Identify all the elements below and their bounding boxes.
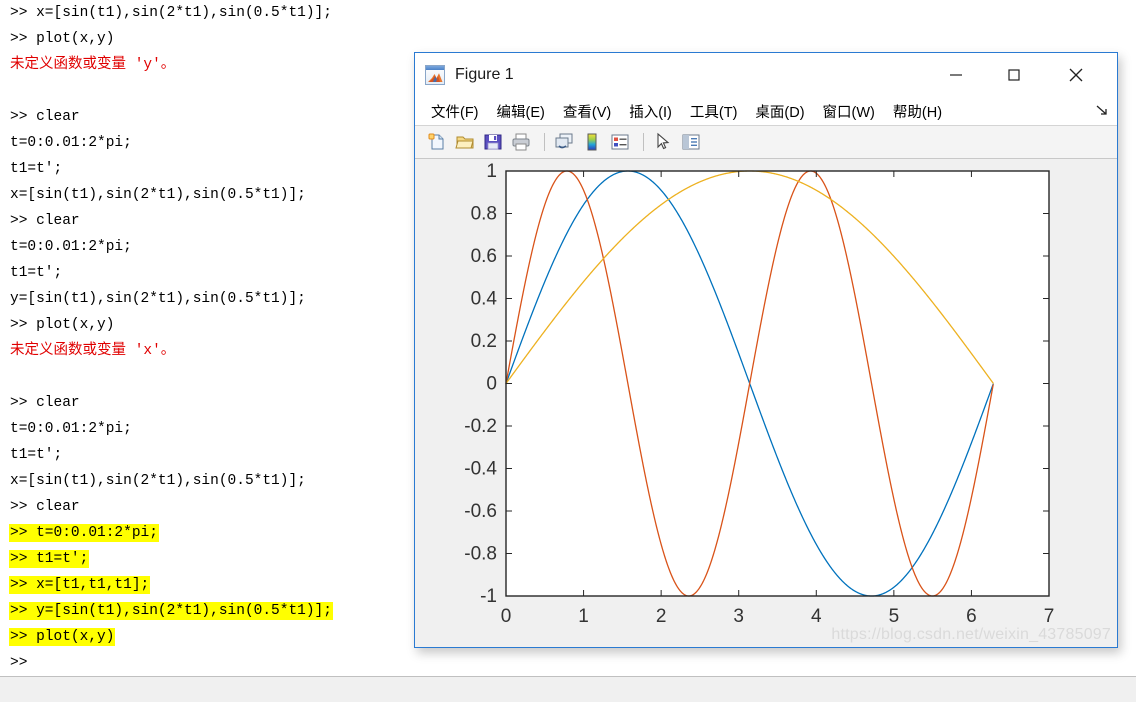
x-tick-label: 0 [501,606,512,627]
console-line: >> clear [10,109,80,125]
figure-canvas[interactable]: 0 1 2 3 4 5 6 7 -1 -0.8 -0.6 -0.4 -0.2 0 0.2 0.4 0.6 0.8 1… [415,159,1117,646]
menu-item-window[interactable]: 窗口(W) [823,101,875,122]
menu-item-file[interactable]: 文件(F) [431,101,479,122]
console-line: >> y=[sin(t1),sin(2*t1),sin(0.5*t1)]; [10,598,430,624]
link-plot-icon[interactable] [552,130,576,154]
y-tick-label: 0.2 [471,331,497,352]
x-tick-label: 2 [656,606,667,627]
maximize-icon [1008,69,1020,81]
console-line: t1=t'; [10,447,63,463]
minimize-button[interactable] [933,53,979,97]
close-button[interactable] [1053,53,1099,97]
plot-axes[interactable]: 0 1 2 3 4 5 6 7 -1 -0.8 -0.6 -0.4 -0.2 0 0.2 0.4 0.6 0.8 1 [415,159,1117,646]
toolbar-separator-2 [643,133,644,151]
plot-area-background [506,171,1049,596]
arrow-pointer-icon [657,132,670,150]
open-folder-icon [455,136,474,149]
console-line: >> x=[sin(t1),sin(2*t1),sin(0.5*t1)]; [10,5,332,21]
link-chain-icon [555,133,573,149]
matlab-logo-icon [428,73,443,82]
printer-icon [512,133,530,151]
x-tick-label: 4 [811,606,822,627]
console-line: x=[sin(t1),sin(2*t1),sin(0.5*t1)]; [10,187,306,203]
legend-box-icon [611,134,629,150]
y-tick-label: 0.8 [471,204,497,225]
console-line: t=0:0.01:2*pi; [10,421,132,437]
x-tick-label: 3 [733,606,744,627]
x-tick-label: 5 [889,606,900,627]
y-tick-label: 0.4 [471,289,498,310]
console-line: 未定义函数或变量 'y'。 [10,57,176,73]
console-line: 未定义函数或变量 'x'。 [10,343,176,359]
y-tick-label: 0 [486,374,497,395]
figure-title: Figure 1 [455,66,514,83]
y-tick-label: -0.4 [464,459,497,480]
toolbar-separator [544,133,545,151]
console-line: >> clear [10,395,80,411]
console-line: >> t=0:0.01:2*pi; [10,520,430,546]
console-line: >> plot(x,y) [10,624,430,650]
watermark-text: https://blog.csdn.net/weixin_43785097 [831,626,1111,643]
y-tick-label: -0.8 [464,544,497,565]
console-line: y=[sin(t1),sin(2*t1),sin(0.5*t1)]; [10,291,306,307]
console-line: >> clear [10,213,80,229]
x-tick-label: 7 [1044,606,1055,627]
open-file-icon[interactable] [453,130,477,154]
figure-window[interactable]: Figure 1 文件(F) 编辑(E) 查看(V) 插入(I) 工具(T) 桌… [414,52,1118,648]
console-bottom-strip [0,676,1136,702]
print-figure-icon[interactable] [509,130,533,154]
highlighted-text: >> y=[sin(t1),sin(2*t1),sin(0.5*t1)]; [10,603,332,619]
console-line: t1=t'; [10,161,63,177]
console-line: >> plot(x,y) [10,317,115,333]
floppy-disk-icon [484,134,502,150]
console-line: t1=t'; [10,265,63,281]
menu-item-desktop[interactable]: 桌面(D) [755,101,804,122]
x-tick-label: 1 [578,606,589,627]
maximize-button[interactable] [991,53,1037,97]
menu-item-help[interactable]: 帮助(H) [893,101,942,122]
close-icon [1069,68,1083,82]
figure-menubar[interactable]: 文件(F) 编辑(E) 查看(V) 插入(I) 工具(T) 桌面(D) 窗口(W… [415,97,1117,126]
y-tick-label: 1 [486,161,497,182]
menu-item-view[interactable]: 查看(V) [563,101,611,122]
figure-titlebar[interactable]: Figure 1 [415,53,1117,97]
y-tick-label: -0.2 [464,416,497,437]
y-tick-label: -1 [480,586,497,607]
console-line: >> x=[t1,t1,t1]; [10,572,430,598]
menu-item-insert[interactable]: 插入(I) [629,101,672,122]
colormap-bar-icon [587,133,597,151]
figure-toolbar[interactable] [415,126,1117,159]
edit-plot-pointer-icon[interactable] [651,130,675,154]
console-line: t=0:0.01:2*pi; [10,135,132,151]
console-line: >> t1=t'; [10,546,430,572]
legend-icon[interactable] [608,130,632,154]
console-line: t=0:0.01:2*pi; [10,239,132,255]
menu-item-tools[interactable]: 工具(T) [690,101,738,122]
matlab-figure-icon [425,65,445,85]
y-tick-label: -0.6 [464,501,497,522]
new-document-icon [428,133,444,150]
colorbar-icon[interactable] [580,130,604,154]
new-figure-icon[interactable] [425,130,449,154]
minimize-icon [950,74,962,76]
highlighted-text: >> plot(x,y) [10,629,115,645]
y-tick-label: 0.6 [471,246,497,267]
console-line: >> [10,655,28,671]
highlighted-text: >> t1=t'; [10,551,89,567]
highlighted-text: >> x=[t1,t1,t1]; [10,577,150,593]
overflow-arrow-icon[interactable] [1095,103,1109,117]
screen-root: >> x=[sin(t1),sin(2*t1),sin(0.5*t1)]; >> … [0,0,1136,702]
console-output[interactable]: >> x=[sin(t1),sin(2*t1),sin(0.5*t1)]; >> … [10,0,430,676]
console-line: >> plot(x,y) [10,31,115,47]
inspector-panel-icon [682,134,700,150]
property-inspector-icon[interactable] [679,130,703,154]
x-tick-label: 6 [966,606,977,627]
console-line: x=[sin(t1),sin(2*t1),sin(0.5*t1)]; [10,473,306,489]
console-line: >> clear [10,499,80,515]
save-figure-icon[interactable] [481,130,505,154]
menu-item-edit[interactable]: 编辑(E) [497,101,545,122]
highlighted-text: >> t=0:0.01:2*pi; [10,525,158,541]
